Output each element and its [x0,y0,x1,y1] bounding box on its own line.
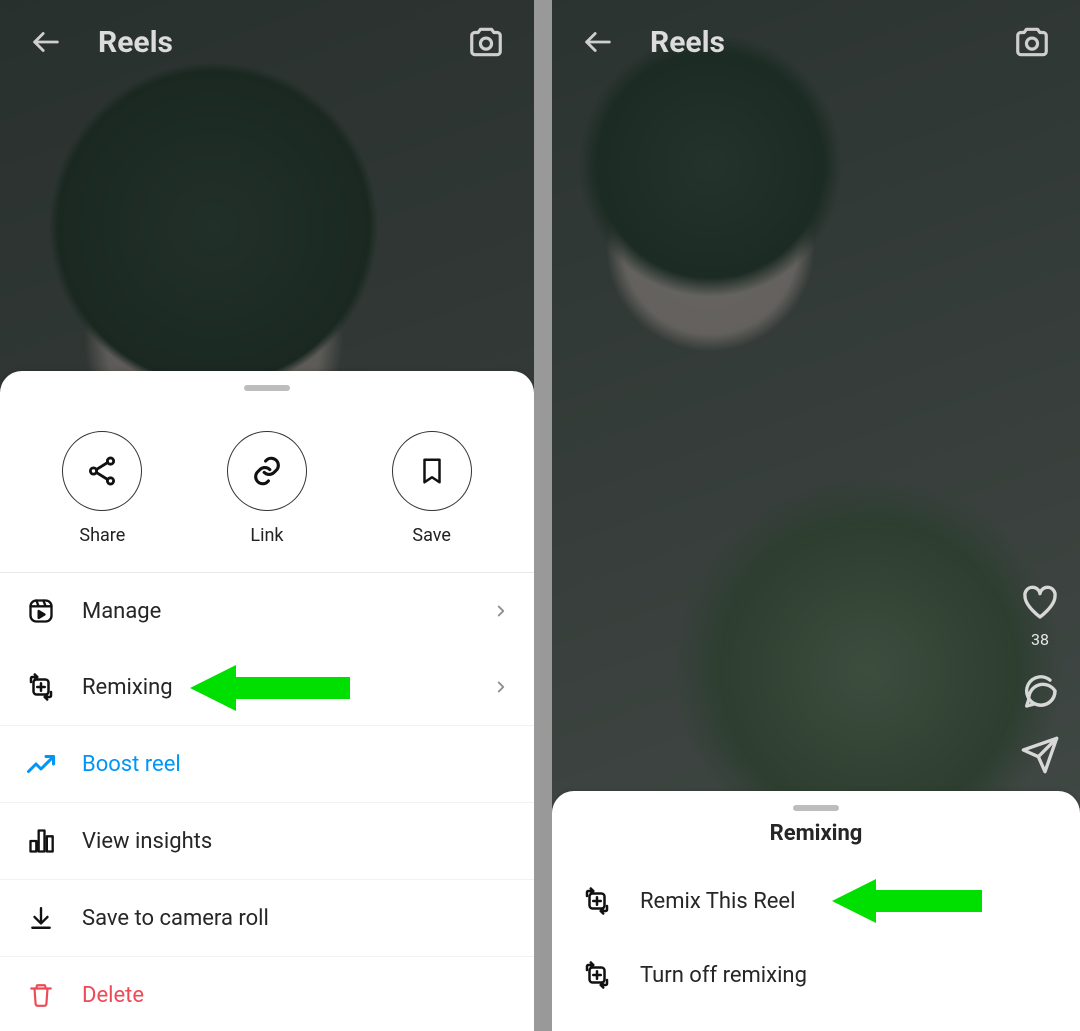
boost-icon [24,747,58,781]
turn-off-remixing-row[interactable]: Turn off remixing [552,938,1080,1012]
view-insights-label: View insights [82,829,212,854]
remixing-label: Remixing [82,675,173,700]
remixing-row[interactable]: Remixing [0,649,534,725]
remix-icon [580,958,614,992]
like-button[interactable] [1018,580,1062,624]
chevron-right-icon [492,602,510,620]
manage-label: Manage [82,599,161,624]
engagement-column: 38 [1018,580,1062,777]
back-arrow-icon [29,25,63,59]
insights-icon [24,824,58,858]
annotation-arrow-icon [190,665,350,711]
top-bar: Reels [0,0,534,84]
save-label: Save [412,525,451,546]
back-button[interactable] [24,20,68,64]
turn-off-remixing-label: Turn off remixing [640,963,807,988]
sheet-handle[interactable] [244,385,290,391]
page-title: Reels [98,25,173,60]
remixing-sheet: Remixing Remix This Reel Turn off remixi… [552,791,1080,1031]
download-icon [24,901,58,935]
share-circle [62,431,142,511]
likes-count: 38 [1031,630,1049,649]
page-title: Reels [650,25,725,60]
phone-screenshot-right: Reels 38 Remixing Remix This Reel [552,0,1080,1031]
link-icon [250,454,284,488]
share-label: Share [79,525,125,546]
camera-icon [467,23,505,61]
top-bar: Reels [552,0,1080,84]
share-action[interactable]: Share [62,431,142,546]
view-insights-row[interactable]: View insights [0,803,534,879]
save-camera-roll-label: Save to camera roll [82,906,269,931]
camera-button[interactable] [1008,18,1056,66]
camera-button[interactable] [462,18,510,66]
remix-icon [580,884,614,918]
send-button[interactable] [1018,733,1062,777]
phone-screenshot-left: Reels Share Link Sa [0,0,534,1031]
back-arrow-icon [581,25,615,59]
boost-reel-label: Boost reel [82,752,181,777]
save-action[interactable]: Save [392,431,472,546]
delete-label: Delete [82,983,144,1008]
heart-icon [1020,582,1060,622]
bookmark-icon [417,454,447,488]
link-circle [227,431,307,511]
chevron-right-icon [492,678,510,696]
delete-icon [24,978,58,1012]
remix-this-reel-label: Remix This Reel [640,889,795,914]
camera-icon [1013,23,1051,61]
like-group: 38 [1018,580,1062,649]
comment-button[interactable] [1018,669,1062,713]
manage-icon [24,594,58,628]
link-label: Link [250,525,283,546]
share-icon [85,454,119,488]
reels-icon [27,597,55,625]
manage-row[interactable]: Manage [0,573,534,649]
annotation-arrow-icon [832,879,982,923]
remix-icon [24,670,58,704]
back-button[interactable] [576,20,620,64]
trash-icon [28,981,54,1009]
bar-chart-icon [27,827,55,855]
comment-icon [1020,671,1060,711]
sheet-handle[interactable] [793,805,839,811]
trend-up-icon [26,751,56,777]
quick-actions-row: Share Link Save [0,401,534,572]
save-circle [392,431,472,511]
save-camera-roll-row[interactable]: Save to camera roll [0,880,534,956]
sheet-title: Remixing [552,821,1080,846]
link-action[interactable]: Link [227,431,307,546]
boost-reel-row[interactable]: Boost reel [0,726,534,802]
options-sheet: Share Link Save Manage [0,371,534,1031]
send-icon [1020,735,1060,775]
delete-row[interactable]: Delete [0,957,534,1031]
remix-this-reel-row[interactable]: Remix This Reel [552,864,1080,938]
